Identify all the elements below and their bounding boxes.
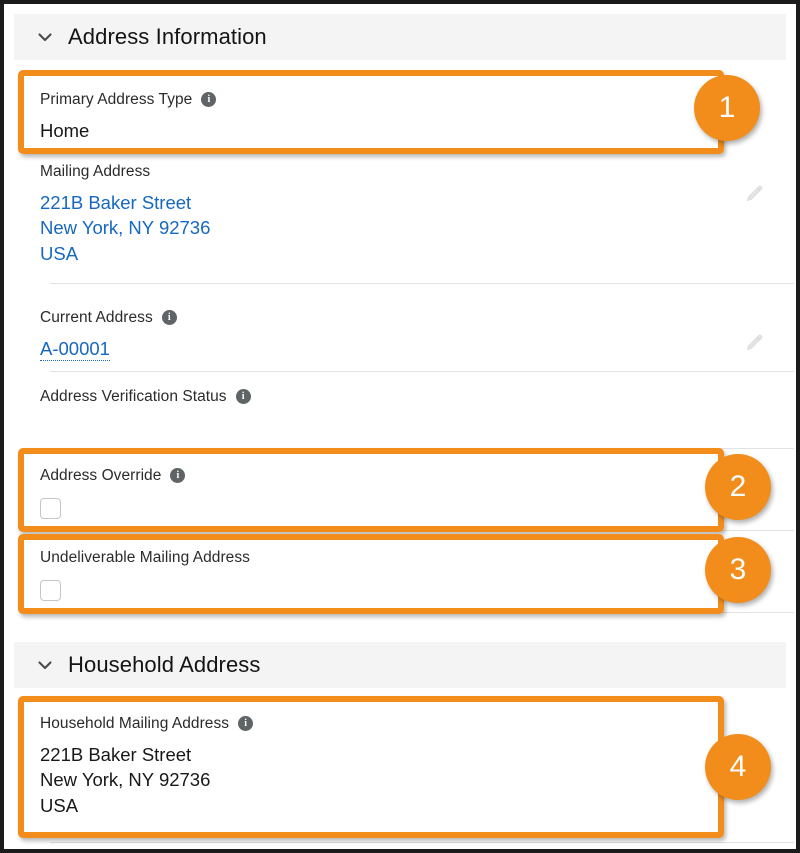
callout-badge-number: 1	[718, 91, 736, 124]
field-label-text: Address Override	[40, 467, 162, 484]
info-icon[interactable]: i	[235, 389, 251, 405]
pencil-icon[interactable]	[744, 333, 764, 353]
field-divider	[50, 842, 794, 843]
callout-badge-3: 3	[705, 537, 771, 603]
callout-badge-2: 2	[705, 454, 771, 520]
undeliverable-mailing-address-checkbox[interactable]	[40, 579, 61, 601]
callout-badge-number: 2	[729, 470, 747, 503]
field-value-mailing-address: 221B Baker Street New York, NY 92736 USA	[40, 190, 760, 267]
info-icon[interactable]: i	[238, 716, 254, 732]
field-value-household-mailing-address: 221B Baker Street New York, NY 92736 USA	[40, 742, 760, 819]
field-divider	[50, 612, 794, 613]
callout-badge-number: 3	[729, 553, 747, 586]
info-icon[interactable]: i	[201, 92, 217, 108]
field-primary-address-type: Primary Address Type i Home	[14, 74, 786, 154]
field-label-text: Mailing Address	[40, 163, 151, 180]
section-header-address-information[interactable]: Address Information	[14, 14, 786, 60]
pencil-icon[interactable]	[744, 184, 764, 204]
household-address-line-1: 221B Baker Street	[40, 743, 192, 765]
field-label-text: Household Mailing Address	[40, 715, 230, 732]
field-divider	[50, 283, 794, 284]
field-value-primary-address-type: Home	[40, 119, 90, 141]
field-address-verification-status: Address Verification Status i	[14, 379, 794, 451]
field-label: Household Mailing Address i	[40, 700, 760, 732]
field-undeliverable-mailing-address: Undeliverable Mailing Address	[14, 532, 794, 614]
chevron-down-icon[interactable]	[36, 656, 54, 674]
field-value-current-address: A-00001	[40, 337, 760, 361]
field-label-text: Undeliverable Mailing Address	[40, 549, 250, 566]
field-address-override: Address Override i	[14, 450, 794, 532]
field-current-address: Current Address i A-00001	[14, 301, 794, 379]
field-label: Address Override i	[40, 450, 760, 484]
screenshot-frame: Address Information Primary Address Type…	[0, 0, 800, 853]
field-label: Address Verification Status i	[40, 379, 760, 405]
section-title: Address Information	[68, 24, 267, 49]
field-label-text: Address Verification Status	[40, 388, 227, 405]
address-override-checkbox[interactable]	[40, 497, 61, 519]
field-label: Primary Address Type i	[40, 74, 760, 108]
mailing-address-line-1[interactable]: 221B Baker Street	[40, 190, 760, 216]
field-label-text: Primary Address Type	[40, 91, 193, 108]
field-label: Current Address i	[40, 301, 760, 326]
callout-badge-1: 1	[694, 75, 760, 141]
callout-badge-4: 4	[705, 734, 771, 800]
mailing-address-line-3[interactable]: USA	[40, 241, 760, 267]
field-mailing-address: Mailing Address 221B Baker Street New Yo…	[14, 156, 794, 286]
chevron-down-icon[interactable]	[36, 28, 54, 46]
field-divider	[50, 530, 794, 531]
field-divider	[50, 371, 794, 372]
section-header-household-address[interactable]: Household Address	[14, 642, 786, 688]
section-title: Household Address	[68, 652, 261, 677]
record-detail-panel: Address Information Primary Address Type…	[4, 4, 796, 849]
field-household-mailing-address: Household Mailing Address i 221B Baker S…	[14, 700, 794, 845]
mailing-address-line-2[interactable]: New York, NY 92736	[40, 215, 760, 241]
field-label: Mailing Address	[40, 156, 760, 180]
current-address-lookup-link[interactable]: A-00001	[40, 337, 110, 361]
info-icon[interactable]: i	[170, 468, 186, 484]
info-icon[interactable]: i	[161, 310, 177, 326]
household-address-line-3: USA	[40, 794, 79, 816]
field-label-text: Current Address	[40, 309, 153, 326]
field-divider	[50, 448, 794, 449]
household-address-line-2: New York, NY 92736	[40, 769, 211, 791]
field-label: Undeliverable Mailing Address	[40, 532, 760, 566]
callout-badge-number: 4	[729, 750, 747, 783]
